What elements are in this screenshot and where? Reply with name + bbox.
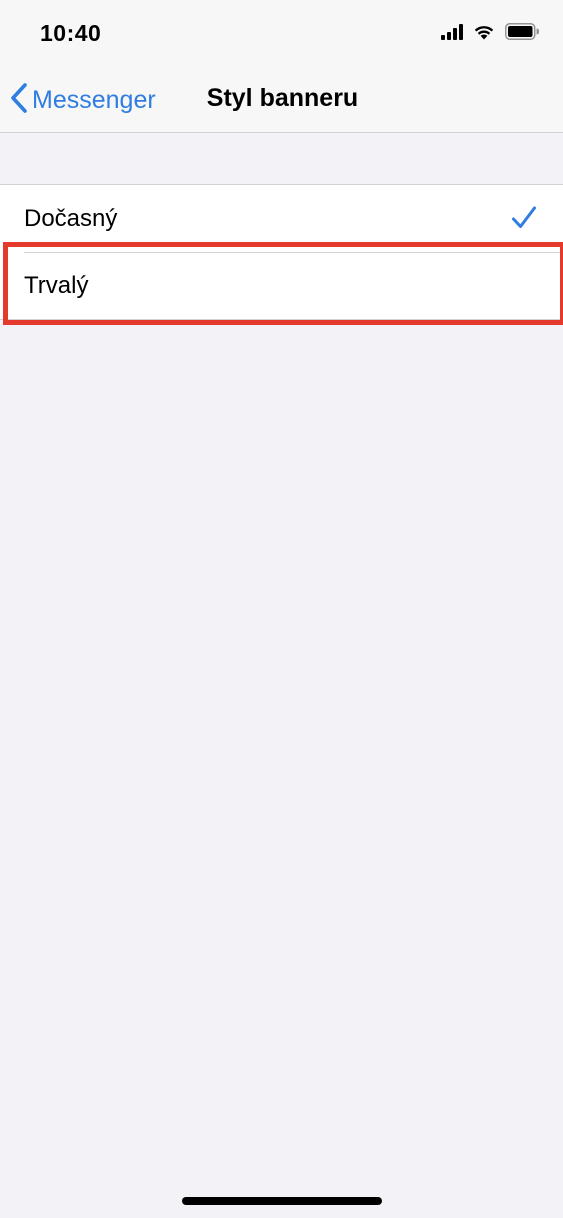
option-label: Trvalý bbox=[24, 271, 89, 299]
page-title: Styl banneru bbox=[206, 84, 359, 112]
option-trvaly[interactable]: Trvalý bbox=[0, 252, 563, 319]
option-label: Dočasný bbox=[24, 204, 118, 232]
home-indicator[interactable] bbox=[182, 1197, 382, 1205]
wifi-icon bbox=[473, 23, 495, 45]
status-bar: 10:40 bbox=[0, 0, 563, 68]
banner-style-options: Dočasný Trvalý bbox=[0, 184, 563, 320]
option-docasny[interactable]: Dočasný bbox=[0, 185, 563, 252]
navigation-bar: Messenger Styl banneru bbox=[0, 68, 563, 133]
cellular-signal-icon bbox=[441, 23, 463, 45]
battery-icon bbox=[505, 23, 540, 45]
checkmark-icon bbox=[511, 205, 537, 231]
status-time: 10:40 bbox=[40, 20, 102, 46]
status-icons bbox=[441, 22, 540, 46]
